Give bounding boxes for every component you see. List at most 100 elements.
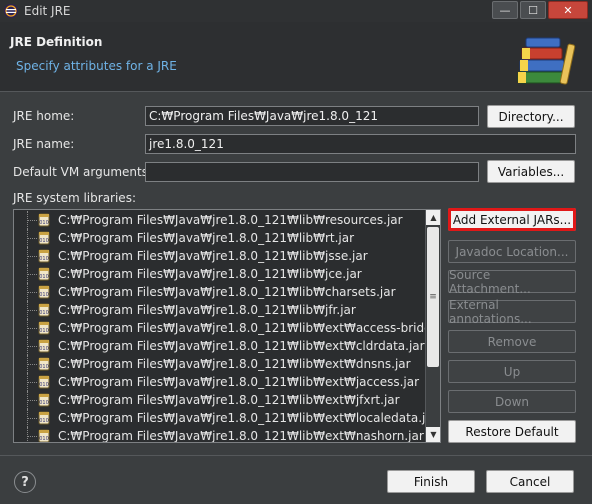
library-path: C:₩Program Files₩Java₩jre1.8.0_121₩lib₩e… xyxy=(58,357,411,371)
jar-file-icon: 010 xyxy=(38,249,50,263)
help-icon[interactable]: ? xyxy=(14,471,36,493)
library-path: C:₩Program Files₩Java₩jre1.8.0_121₩lib₩j… xyxy=(58,303,356,317)
jar-file-icon: 010 xyxy=(38,213,50,227)
library-tree-item[interactable]: 010 C:₩Program Files₩Java₩jre1.8.0_121₩li… xyxy=(14,319,440,337)
directory-button[interactable]: Directory... xyxy=(487,105,575,128)
tree-connector xyxy=(27,292,37,293)
variables-button[interactable]: Variables... xyxy=(487,160,575,183)
library-path: C:₩Program Files₩Java₩jre1.8.0_121₩lib₩e… xyxy=(58,411,438,425)
scroll-down-arrow[interactable]: ▼ xyxy=(426,427,440,442)
window-title: Edit JRE xyxy=(24,4,71,18)
jre-name-input[interactable]: jre1.8.0_121 xyxy=(145,134,576,154)
down-button[interactable]: Down xyxy=(448,390,576,413)
jre-home-label: JRE home: xyxy=(13,109,75,123)
source-attachment-button[interactable]: Source Attachment... xyxy=(448,268,576,296)
scroll-up-arrow[interactable]: ▲ xyxy=(426,210,440,225)
system-libraries-label: JRE system libraries: xyxy=(13,191,136,205)
maximize-button[interactable]: ☐ xyxy=(520,1,546,19)
javadoc-location-button[interactable]: Javadoc Location... xyxy=(448,240,576,263)
libraries-scrollbar[interactable]: ▲ ≡ ▼ xyxy=(425,210,440,442)
library-path: C:₩Program Files₩Java₩jre1.8.0_121₩lib₩r… xyxy=(58,231,355,245)
library-tree-item[interactable]: 010 C:₩Program Files₩Java₩jre1.8.0_121₩li… xyxy=(14,211,426,229)
footer-divider xyxy=(0,455,592,456)
jar-file-icon: 010 xyxy=(38,375,50,389)
jar-file-icon: 010 xyxy=(38,393,50,407)
vm-arguments-input[interactable] xyxy=(145,162,479,182)
tree-connector xyxy=(27,238,37,239)
library-path: C:₩Program Files₩Java₩jre1.8.0_121₩lib₩r… xyxy=(58,213,403,227)
svg-text:010: 010 xyxy=(39,364,49,370)
wizard-header: JRE Definition Specify attributes for a … xyxy=(0,22,592,92)
minimize-button[interactable]: — xyxy=(492,1,518,19)
page-subtitle: Specify attributes for a JRE xyxy=(16,59,177,73)
window-controls: — ☐ ✕ xyxy=(490,1,588,19)
jar-file-icon: 010 xyxy=(38,411,50,425)
library-tree-item[interactable]: 010 C:₩Program Files₩Java₩jre1.8.0_121₩li… xyxy=(14,265,426,283)
jar-file-icon: 010 xyxy=(38,231,50,245)
library-tree-item[interactable]: 010 C:₩Program Files₩Java₩jre1.8.0_121₩li… xyxy=(14,229,426,247)
finish-button[interactable]: Finish xyxy=(387,470,475,493)
scroll-thumb[interactable]: ≡ xyxy=(427,227,439,367)
library-tree-item[interactable]: 010 C:₩Program Files₩Java₩jre1.8.0_121₩li… xyxy=(14,283,426,301)
svg-text:010: 010 xyxy=(39,220,49,226)
cancel-button[interactable]: Cancel xyxy=(486,470,574,493)
jar-file-icon: 010 xyxy=(38,267,50,281)
svg-text:010: 010 xyxy=(39,436,49,442)
library-tree-item[interactable]: 010 C:₩Program Files₩Java₩jre1.8.0_121₩li… xyxy=(14,373,426,391)
tree-connector xyxy=(27,418,37,419)
library-path: C:₩Program Files₩Java₩jre1.8.0_121₩lib₩e… xyxy=(58,339,425,353)
up-button[interactable]: Up xyxy=(448,360,576,383)
svg-text:010: 010 xyxy=(39,418,49,424)
tree-connector xyxy=(27,346,37,347)
library-path: C:₩Program Files₩Java₩jre1.8.0_121₩lib₩e… xyxy=(58,321,441,335)
library-tree-item[interactable]: 010 C:₩Program Files₩Java₩jre1.8.0_121₩li… xyxy=(14,337,426,355)
library-path: C:₩Program Files₩Java₩jre1.8.0_121₩lib₩e… xyxy=(58,375,420,389)
library-tree-item[interactable]: 010 C:₩Program Files₩Java₩jre1.8.0_121₩li… xyxy=(14,355,426,373)
jar-file-icon: 010 xyxy=(38,429,50,442)
tree-connector xyxy=(27,256,37,257)
tree-connector xyxy=(27,220,37,221)
library-path: C:₩Program Files₩Java₩jre1.8.0_121₩lib₩c… xyxy=(58,285,396,299)
library-tree-item[interactable]: 010 C:₩Program Files₩Java₩jre1.8.0_121₩li… xyxy=(14,409,438,427)
remove-button[interactable]: Remove xyxy=(448,330,576,353)
tree-connector xyxy=(27,400,37,401)
page-title: JRE Definition xyxy=(10,35,103,49)
external-annotations-button[interactable]: External annotations... xyxy=(448,298,576,326)
svg-text:010: 010 xyxy=(39,346,49,352)
tree-connector xyxy=(27,436,37,437)
svg-text:010: 010 xyxy=(39,292,49,298)
svg-text:010: 010 xyxy=(39,238,49,244)
jar-file-icon: 010 xyxy=(38,303,50,317)
tree-connector xyxy=(27,328,37,329)
svg-text:010: 010 xyxy=(39,400,49,406)
library-books-icon xyxy=(517,37,576,85)
library-path: C:₩Program Files₩Java₩jre1.8.0_121₩lib₩e… xyxy=(58,393,400,407)
jar-file-icon: 010 xyxy=(38,339,50,353)
library-tree-item[interactable]: 010 C:₩Program Files₩Java₩jre1.8.0_121₩li… xyxy=(14,247,426,265)
svg-text:010: 010 xyxy=(39,310,49,316)
library-tree-item[interactable]: 010 C:₩Program Files₩Java₩jre1.8.0_121₩li… xyxy=(14,301,426,319)
jar-file-icon: 010 xyxy=(38,321,50,335)
jar-file-icon: 010 xyxy=(38,357,50,371)
svg-text:010: 010 xyxy=(39,382,49,388)
tree-connector xyxy=(27,310,37,311)
svg-text:010: 010 xyxy=(39,256,49,262)
eclipse-app-icon xyxy=(4,4,18,18)
jre-name-label: JRE name: xyxy=(13,137,75,151)
svg-text:010: 010 xyxy=(39,328,49,334)
restore-default-button[interactable]: Restore Default xyxy=(448,420,576,443)
svg-text:010: 010 xyxy=(39,274,49,280)
system-libraries-tree[interactable]: 010 C:₩Program Files₩Java₩jre1.8.0_121₩li… xyxy=(13,209,441,443)
tree-connector xyxy=(27,364,37,365)
library-tree-item[interactable]: 010 C:₩Program Files₩Java₩jre1.8.0_121₩li… xyxy=(14,427,426,442)
close-button[interactable]: ✕ xyxy=(548,1,588,19)
vm-arguments-label: Default VM arguments: xyxy=(13,165,153,179)
jre-home-input[interactable]: C:₩Program Files₩Java₩jre1.8.0_121 xyxy=(145,106,479,126)
title-bar: Edit JRE — ☐ ✕ xyxy=(0,0,592,22)
jar-file-icon: 010 xyxy=(38,285,50,299)
library-path: C:₩Program Files₩Java₩jre1.8.0_121₩lib₩j… xyxy=(58,267,362,281)
library-tree-item[interactable]: 010 C:₩Program Files₩Java₩jre1.8.0_121₩li… xyxy=(14,391,426,409)
tree-connector xyxy=(27,427,37,442)
add-external-jars-button[interactable]: Add External JARs... xyxy=(448,208,576,231)
tree-connector xyxy=(27,274,37,275)
